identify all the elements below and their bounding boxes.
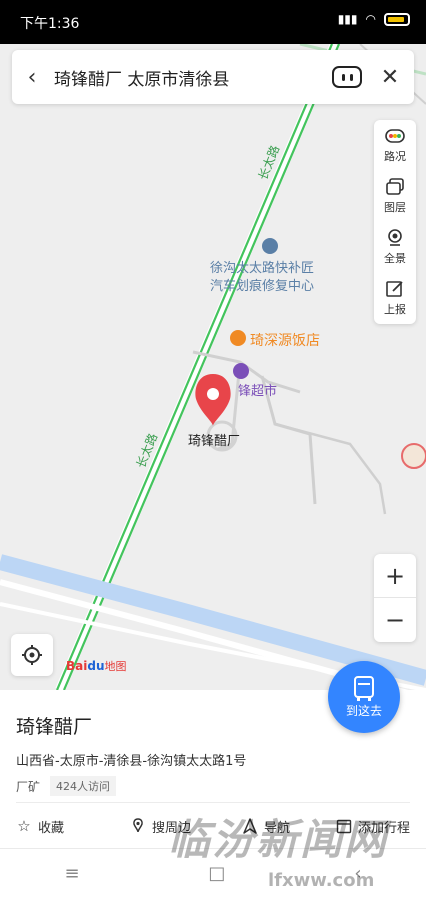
wifi-icon: ◠	[365, 12, 376, 26]
go-here-label: 到这去	[345, 703, 382, 718]
tool-traffic[interactable]: 路况	[374, 120, 416, 171]
place-title: 琦锋醋厂	[16, 716, 93, 738]
map-tools: 路况 图层 全景 上报	[374, 120, 416, 324]
navigate-button[interactable]: 导航	[242, 817, 290, 836]
search-bar[interactable]: ‹ 琦锋醋厂 太原市清徐县 ✕	[12, 50, 414, 104]
back-nav-button[interactable]: ‹	[354, 863, 361, 884]
poi-repair-line1[interactable]: 徐沟太太路快补匠	[210, 257, 314, 276]
place-meta: 厂矿 424人访问	[16, 776, 117, 796]
bus-icon	[354, 675, 374, 701]
star-icon: ☆	[17, 817, 31, 835]
locate-button[interactable]	[11, 634, 53, 676]
tool-layers-label: 图层	[384, 201, 406, 214]
report-icon	[386, 281, 403, 297]
traffic-light-icon	[385, 129, 405, 143]
status-time: 下午1:36	[20, 16, 80, 32]
map-view[interactable]: 长太路 长太路 徐沟太太路快补匠 汽车划痕修复中心 琦深源饭店 锋超市 琦锋醋厂	[0, 44, 426, 690]
divider	[0, 848, 426, 849]
action-bar: ☆ 收藏 搜周边 导航 添加行程	[0, 814, 426, 838]
marker-label[interactable]: 琦锋醋厂	[188, 430, 240, 449]
close-button[interactable]: ✕	[378, 65, 402, 90]
poi-restaurant[interactable]: 琦深源饭店	[250, 330, 320, 350]
navigation-arrow-icon	[243, 818, 257, 834]
pin-search-icon	[133, 818, 143, 833]
tool-panorama[interactable]: 全景	[374, 222, 416, 273]
back-button[interactable]: ‹	[12, 50, 52, 104]
zoom-in-button[interactable]: +	[374, 554, 416, 598]
go-here-button[interactable]: 到这去	[328, 661, 400, 733]
tool-report[interactable]: 上报	[374, 273, 416, 324]
home-nav-button[interactable]: □	[208, 863, 225, 884]
tool-report-label: 上报	[384, 303, 406, 316]
place-category: 厂矿	[16, 779, 41, 794]
add-schedule-icon	[336, 819, 352, 834]
visit-count-badge: 424人访问	[50, 776, 117, 796]
favorite-label: 收藏	[38, 820, 65, 836]
voice-assistant-icon[interactable]	[332, 66, 362, 88]
add-route-label: 添加行程	[358, 820, 411, 836]
navigate-label: 导航	[264, 820, 291, 836]
poi-repair-line2[interactable]: 汽车划痕修复中心	[210, 275, 314, 294]
tool-traffic-label: 路况	[384, 150, 406, 163]
menu-nav-button[interactable]: ≡	[64, 863, 79, 884]
zoom-out-button[interactable]: −	[374, 598, 416, 642]
poi-market[interactable]: 锋超市	[238, 380, 277, 399]
favorite-button[interactable]: ☆ 收藏	[16, 817, 64, 836]
panorama-icon	[388, 229, 402, 246]
system-nav-bar: ≡ □ ‹	[0, 856, 426, 890]
status-icons: ▮▮▮ ◠	[338, 12, 410, 26]
signal-icon: ▮▮▮	[337, 12, 358, 26]
add-route-button[interactable]: 添加行程	[336, 817, 410, 836]
battery-icon	[384, 12, 410, 26]
layers-icon	[386, 178, 404, 195]
locate-icon	[22, 645, 42, 665]
status-bar: 下午1:36 ▮▮▮ ◠	[0, 0, 426, 44]
nearby-search-button[interactable]: 搜周边	[130, 817, 191, 836]
tool-panorama-label: 全景	[384, 252, 406, 265]
zoom-control: + −	[374, 554, 416, 642]
baidu-map-logo: Baidu地图	[66, 659, 127, 673]
place-address: 山西省-太原市-清徐县-徐沟镇太太路1号	[16, 754, 247, 769]
tool-layers[interactable]: 图层	[374, 171, 416, 222]
divider	[16, 802, 410, 803]
nearby-label: 搜周边	[152, 820, 192, 836]
map-canvas	[0, 44, 426, 690]
search-query[interactable]: 琦锋醋厂 太原市清徐县	[52, 65, 332, 90]
